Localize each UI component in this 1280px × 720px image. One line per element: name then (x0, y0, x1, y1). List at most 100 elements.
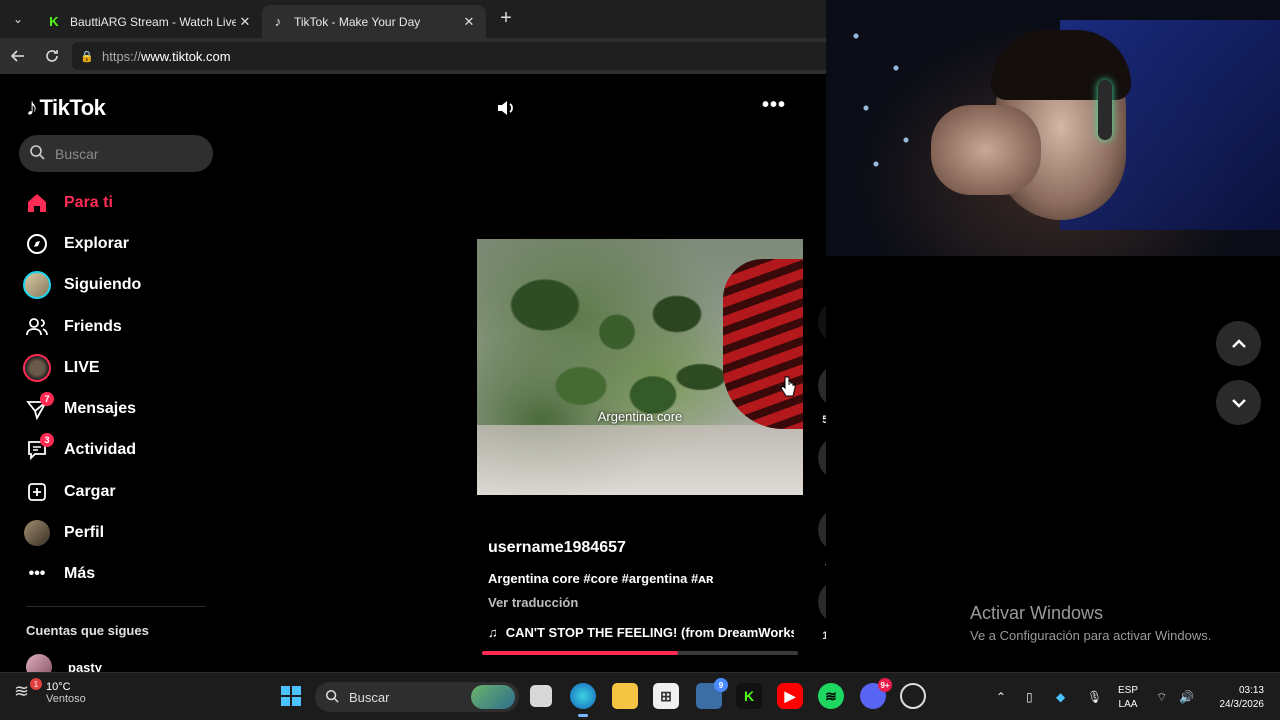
sidebar-nav: Para ti Explorar Siguiendo Friends LIVE (22, 182, 222, 595)
search-highlight-image (471, 685, 515, 709)
webcam-headset (1098, 80, 1112, 140)
video-author[interactable]: username1984657 (488, 539, 626, 557)
tab-title: BauttiARG Stream - Watch Live on (70, 14, 236, 29)
obs-icon[interactable] (900, 683, 926, 709)
wifi-icon[interactable]: ⌔ (1156, 673, 1167, 720)
upload-icon (22, 477, 52, 507)
sidebar-item-live[interactable]: LIVE (22, 347, 222, 388)
tiktok-page: ♪ TikTok Buscar Para ti Explorar Siguien… (4, 74, 826, 672)
like-button[interactable] (818, 364, 826, 408)
following-user-item[interactable]: pasty (26, 654, 102, 672)
messages-icon: 7 (22, 392, 54, 424)
sidebar-item-label: Explorar (64, 234, 129, 252)
task-view-icon[interactable] (530, 685, 552, 707)
sidebar-item-para-ti[interactable]: Para ti (22, 182, 222, 223)
logo-text: TikTok (39, 95, 106, 120)
usb-icon[interactable]: ▯ (1026, 673, 1033, 720)
tiktok-logo[interactable]: ♪ TikTok (26, 94, 106, 122)
input-language[interactable]: ESP LAA (1118, 684, 1138, 712)
friends-icon (22, 312, 52, 342)
chevron-up-icon (1231, 338, 1246, 348)
sidebar-item-mensajes[interactable]: 7 Mensajes (22, 388, 222, 429)
sidebar-item-label: Cargar (64, 482, 116, 500)
next-video-button[interactable] (1216, 380, 1261, 425)
previous-video-button[interactable] (1216, 321, 1261, 366)
creator-avatar[interactable]: + (818, 300, 826, 344)
sidebar-item-actividad[interactable]: 3 Actividad (22, 430, 222, 471)
search-icon (29, 144, 45, 163)
show-hidden-icons-chevron-icon[interactable]: ⌃ (996, 673, 1006, 720)
see-translation-link[interactable]: Ver traducción (488, 595, 578, 610)
more-options-icon[interactable]: ••• (762, 94, 786, 117)
discord-badge: 9+ (878, 678, 892, 692)
weather-badge: 1 (30, 678, 42, 690)
tab-tiktok[interactable]: ♪ TikTok - Make Your Day ✕ (262, 5, 486, 38)
close-tab-icon[interactable]: ✕ (460, 14, 478, 30)
url-field[interactable]: 🔒 https://www.tiktok.com (72, 42, 832, 70)
reload-icon[interactable] (40, 44, 64, 68)
save-button[interactable] (818, 508, 826, 552)
kick-app-icon[interactable]: K (736, 683, 762, 709)
microsoft-store-icon[interactable]: ⊞ (653, 683, 679, 709)
share-count: 171.8K (822, 630, 826, 642)
sidebar-item-label: LIVE (64, 358, 100, 376)
windows-activation-watermark: Activar Windows Ve a Configuración para … (970, 603, 1211, 643)
spotify-icon[interactable]: ≋ (818, 683, 844, 709)
sidebar-item-cargar[interactable]: Cargar (22, 471, 222, 512)
clock-date: 24/3/2026 (1219, 699, 1265, 710)
sidebar-item-label: Perfil (64, 524, 105, 542)
new-tab-plus-icon[interactable]: + (494, 8, 518, 30)
system-clock[interactable]: 03:13 24/3/2026 (1206, 684, 1265, 712)
windows-start-icon[interactable] (278, 683, 304, 709)
kick-logo-icon: K (49, 14, 59, 29)
url-scheme: https:// (102, 48, 142, 64)
sidebar-item-friends[interactable]: Friends (22, 306, 222, 347)
activity-badge: 3 (40, 433, 54, 448)
speaker-icon[interactable]: 🔊 (1179, 673, 1194, 720)
back-arrow-icon[interactable] (6, 44, 30, 68)
tab-bauttiarg-stream[interactable]: K BauttiARG Stream - Watch Live on ✕ (38, 5, 262, 38)
sidebar-divider (26, 606, 206, 607)
youtube-icon[interactable]: ▶ (777, 683, 803, 709)
tab-list-chevron-icon[interactable]: ⌄ (6, 8, 30, 30)
taskbar-search-label: Buscar (349, 689, 390, 705)
sidebar-item-siguiendo[interactable]: Siguiendo (22, 265, 222, 306)
weather-desc: Ventoso (46, 693, 86, 705)
app-icon[interactable]: 9 (696, 678, 728, 709)
sidebar-item-label: Mensajes (64, 400, 137, 418)
sidebar-item-mas[interactable]: ••• Más (22, 554, 222, 595)
sidebar-item-label: Actividad (64, 441, 137, 459)
home-icon (22, 188, 52, 218)
taskbar-search[interactable]: Buscar (315, 682, 519, 712)
sidebar-item-explorar[interactable]: Explorar (22, 223, 222, 264)
music-link[interactable]: ♫ CAN'T STOP THE FEELING! (from DreamWork… (488, 625, 794, 640)
video-player[interactable]: Argentina core (477, 239, 803, 495)
file-explorer-icon[interactable] (612, 683, 638, 709)
edge-browser-icon[interactable] (570, 683, 596, 717)
tab-title: TikTok - Make Your Day (294, 14, 421, 29)
comment-button[interactable] (818, 436, 826, 480)
video-frame-arm (723, 259, 803, 429)
music-title: CAN'T STOP THE FEELING! (from DreamWorks (505, 625, 794, 640)
share-button[interactable] (818, 580, 826, 624)
avatar (26, 654, 52, 672)
discord-icon[interactable]: 9+ (860, 678, 892, 709)
microphone-icon[interactable]: 🎙 (1087, 673, 1102, 720)
sidebar-item-label: Siguiendo (64, 276, 142, 294)
security-shield-icon[interactable]: ◆ (1056, 673, 1065, 720)
following-username: pasty (68, 659, 102, 673)
search-input[interactable]: Buscar (19, 135, 213, 172)
comment-count: 765 (818, 486, 826, 498)
weather-widget[interactable]: ≋ 1 10°C Ventoso (14, 678, 86, 705)
address-bar-row: 🔒 https://www.tiktok.com (0, 38, 832, 74)
close-tab-icon[interactable]: ✕ (236, 14, 254, 30)
volume-icon[interactable] (496, 98, 516, 118)
sidebar-item-label: Para ti (64, 193, 113, 211)
lang-bottom: LAA (1118, 699, 1138, 710)
tiktok-logo-icon: ♪ (274, 14, 282, 29)
music-note-icon: ♫ (488, 625, 498, 640)
activity-icon: 3 (22, 433, 54, 465)
video-progress-bar[interactable] (482, 651, 798, 655)
save-count: 45.6K (818, 558, 826, 570)
sidebar-item-perfil[interactable]: Perfil (22, 512, 222, 553)
